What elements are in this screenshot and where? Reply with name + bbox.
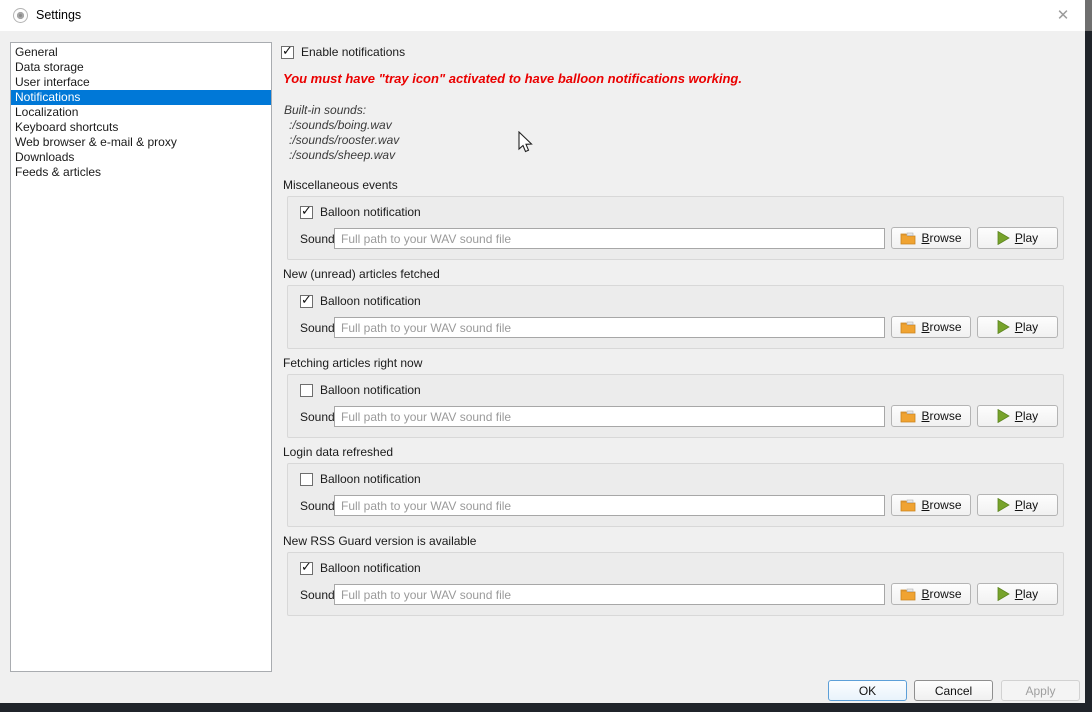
play-icon	[997, 587, 1010, 601]
close-icon[interactable]: ✕	[1053, 6, 1073, 26]
ok-button[interactable]: OK	[828, 680, 907, 701]
built-in-sound-path: :/sounds/rooster.wav	[284, 133, 399, 148]
balloon-notification-row: Balloon notification	[300, 472, 421, 486]
built-in-sound-path: :/sounds/sheep.wav	[284, 148, 399, 163]
built-in-sounds-note: Built-in sounds: :/sounds/boing.wav :/so…	[284, 103, 399, 163]
balloon-notification-label: Balloon notification	[320, 205, 421, 219]
section-title-new-articles-fetched: New (unread) articles fetched	[283, 267, 440, 281]
sidebar-item-downloads[interactable]: Downloads	[11, 150, 271, 165]
enable-notifications-checkbox[interactable]	[281, 46, 294, 59]
section-title-fetching-articles: Fetching articles right now	[283, 356, 422, 370]
section-group-fetching-articles: Balloon notification Sound Browse Play	[287, 374, 1064, 438]
sound-label: Sound	[300, 321, 335, 335]
play-button-label: Play	[1015, 587, 1038, 601]
background-window-edge	[1085, 0, 1092, 31]
play-icon	[997, 231, 1010, 245]
folder-icon	[900, 588, 916, 601]
apply-button[interactable]: Apply	[1001, 680, 1080, 701]
browse-button[interactable]: Browse	[891, 316, 971, 338]
section-group-new-articles-fetched: Balloon notification Sound Browse Play	[287, 285, 1064, 349]
balloon-notification-checkbox[interactable]	[300, 384, 313, 397]
browse-button-label: Browse	[921, 320, 961, 334]
sound-path-input[interactable]	[334, 584, 885, 605]
browse-button[interactable]: Browse	[891, 227, 971, 249]
folder-icon	[900, 232, 916, 245]
play-button-label: Play	[1015, 231, 1038, 245]
balloon-notification-row: Balloon notification	[300, 561, 421, 575]
folder-icon	[900, 499, 916, 512]
play-button[interactable]: Play	[977, 316, 1058, 338]
balloon-notification-row: Balloon notification	[300, 294, 421, 308]
play-button[interactable]: Play	[977, 583, 1058, 605]
sidebar-item-keyboard-shortcuts[interactable]: Keyboard shortcuts	[11, 120, 271, 135]
play-button[interactable]: Play	[977, 227, 1058, 249]
sound-label: Sound	[300, 232, 335, 246]
sound-path-input[interactable]	[334, 406, 885, 427]
settings-app-icon	[13, 8, 28, 23]
sidebar-item-notifications[interactable]: Notifications	[11, 90, 271, 105]
play-button-label: Play	[1015, 320, 1038, 334]
play-button[interactable]: Play	[977, 494, 1058, 516]
background-window-edge	[0, 703, 1085, 712]
sound-label: Sound	[300, 499, 335, 513]
balloon-notification-checkbox[interactable]	[300, 295, 313, 308]
cancel-button[interactable]: Cancel	[914, 680, 993, 701]
section-title-login-data-refreshed: Login data refreshed	[283, 445, 393, 459]
enable-notifications-row: Enable notifications	[281, 45, 405, 59]
sound-label: Sound	[300, 588, 335, 602]
balloon-notification-checkbox[interactable]	[300, 562, 313, 575]
folder-icon	[900, 410, 916, 423]
sidebar-item-user-interface[interactable]: User interface	[11, 75, 271, 90]
play-button-label: Play	[1015, 498, 1038, 512]
sidebar-item-web-browser-proxy[interactable]: Web browser & e-mail & proxy	[11, 135, 271, 150]
play-button[interactable]: Play	[977, 405, 1058, 427]
sidebar-item-data-storage[interactable]: Data storage	[11, 60, 271, 75]
browse-button-label: Browse	[921, 231, 961, 245]
sidebar-item-general[interactable]: General	[11, 45, 271, 60]
sound-path-input[interactable]	[334, 317, 885, 338]
balloon-notification-row: Balloon notification	[300, 205, 421, 219]
built-in-sounds-title: Built-in sounds:	[284, 103, 399, 118]
sidebar-item-feeds-articles[interactable]: Feeds & articles	[11, 165, 271, 180]
section-title-new-version-available: New RSS Guard version is available	[283, 534, 476, 548]
window-title: Settings	[36, 8, 81, 22]
settings-category-list: General Data storage User interface Noti…	[10, 42, 272, 672]
balloon-notification-label: Balloon notification	[320, 561, 421, 575]
section-group-new-version-available: Balloon notification Sound Browse Play	[287, 552, 1064, 616]
balloon-notification-checkbox[interactable]	[300, 473, 313, 486]
browse-button[interactable]: Browse	[891, 583, 971, 605]
enable-notifications-label: Enable notifications	[301, 45, 405, 59]
title-bar: Settings ✕	[0, 0, 1085, 31]
folder-icon	[900, 321, 916, 334]
balloon-notification-checkbox[interactable]	[300, 206, 313, 219]
browse-button-label: Browse	[921, 498, 961, 512]
sound-label: Sound	[300, 410, 335, 424]
browse-button[interactable]: Browse	[891, 494, 971, 516]
play-button-label: Play	[1015, 409, 1038, 423]
balloon-notification-label: Balloon notification	[320, 472, 421, 486]
balloon-notification-label: Balloon notification	[320, 294, 421, 308]
tray-icon-warning-text: You must have "tray icon" activated to h…	[283, 71, 742, 86]
play-icon	[997, 409, 1010, 423]
sound-path-input[interactable]	[334, 495, 885, 516]
sound-path-input[interactable]	[334, 228, 885, 249]
section-group-miscellaneous-events: Balloon notification Sound Browse Play	[287, 196, 1064, 260]
play-icon	[997, 320, 1010, 334]
built-in-sound-path: :/sounds/boing.wav	[284, 118, 399, 133]
sidebar-item-localization[interactable]: Localization	[11, 105, 271, 120]
browse-button[interactable]: Browse	[891, 405, 971, 427]
balloon-notification-label: Balloon notification	[320, 383, 421, 397]
section-group-login-data-refreshed: Balloon notification Sound Browse Play	[287, 463, 1064, 527]
balloon-notification-row: Balloon notification	[300, 383, 421, 397]
play-icon	[997, 498, 1010, 512]
browse-button-label: Browse	[921, 409, 961, 423]
section-title-miscellaneous-events: Miscellaneous events	[283, 178, 398, 192]
mouse-cursor	[518, 131, 534, 155]
background-window-edge	[1085, 31, 1092, 712]
browse-button-label: Browse	[921, 587, 961, 601]
